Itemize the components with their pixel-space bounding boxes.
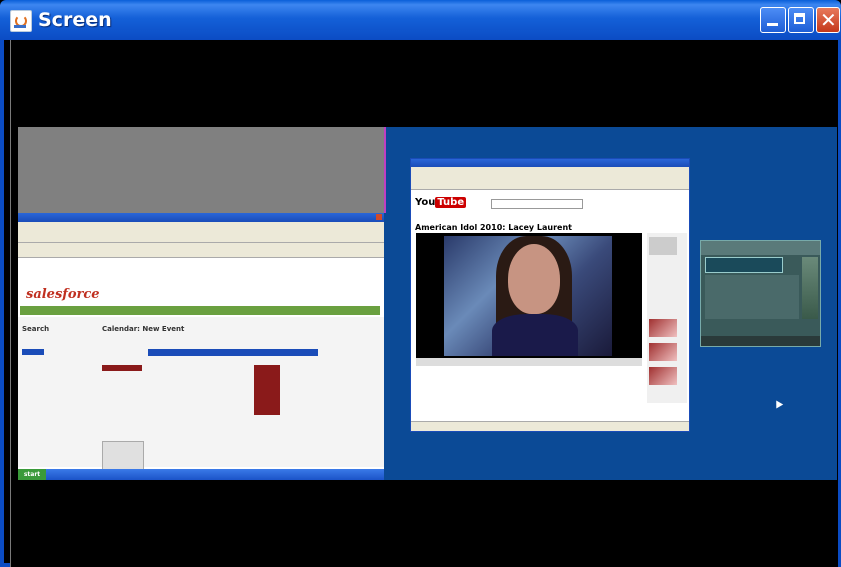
remote-screen-window: Screen ✕ salesforce Search Calendar: New…: [0, 0, 841, 567]
search-label: Search: [22, 325, 50, 333]
maximize-button[interactable]: [788, 7, 814, 33]
window-title: Screen: [38, 9, 112, 31]
minimize-button[interactable]: [760, 7, 786, 33]
browser-toolbar: [18, 222, 384, 243]
small-window-map: [802, 257, 818, 319]
video-subject-dress: [492, 314, 578, 356]
logo-you: You: [415, 197, 436, 208]
video-frame: [444, 236, 612, 356]
youtube-search-input: [491, 199, 583, 209]
salesforce-window-titlebar: [18, 213, 384, 222]
youtube-logo: You Tube: [415, 197, 467, 208]
youtube-browser-window[interactable]: You Tube American Idol 2010: Lacey Lauren…: [410, 158, 690, 432]
salesforce-browser-window[interactable]: salesforce Search Calendar: New Event st…: [18, 213, 384, 480]
field-label: [254, 365, 280, 415]
field-label: [102, 365, 142, 371]
salesforce-logo: salesforce: [26, 287, 100, 302]
minimize-icon: [767, 23, 778, 26]
window-frame-left: [0, 40, 4, 567]
logo-tube: Tube: [435, 197, 467, 208]
page-heading: Calendar: New Event: [102, 325, 185, 333]
related-thumb: [649, 367, 677, 385]
small-app-window[interactable]: [700, 240, 821, 347]
close-button[interactable]: ✕: [816, 7, 840, 33]
start-button: start: [18, 469, 46, 480]
small-window-field: [705, 257, 783, 273]
small-window-buttons: [701, 336, 820, 346]
salesforce-content: Search Calendar: New Event: [18, 317, 384, 471]
related-thumb: [649, 319, 677, 337]
youtube-window-titlebar: [411, 159, 689, 167]
channel-avatar: [649, 237, 677, 255]
remote-gray-region: [18, 127, 386, 213]
description-field: [102, 441, 144, 471]
close-icon: [376, 214, 382, 220]
related-thumb: [649, 343, 677, 361]
close-icon: ✕: [820, 8, 837, 32]
video-title: American Idol 2010: Lacey Laurent: [415, 223, 572, 232]
browser-status-bar: [411, 421, 689, 431]
maximize-icon: [794, 13, 805, 24]
remote-taskbar: start: [18, 469, 384, 480]
small-window-header: [701, 241, 820, 255]
related-videos-sidebar: [647, 233, 687, 403]
go-button: [22, 349, 44, 355]
browser-toolbar: [411, 167, 689, 190]
video-player: [416, 233, 642, 358]
small-window-panel: [705, 275, 799, 319]
browser-address-bar: [18, 243, 384, 258]
video-controls: [416, 358, 642, 366]
salesforce-tab-bar: [20, 306, 380, 315]
video-subject-face: [508, 244, 560, 314]
java-app-icon: [10, 10, 32, 32]
title-bar[interactable]: Screen ✕: [0, 0, 841, 40]
action-buttons: [148, 349, 318, 356]
